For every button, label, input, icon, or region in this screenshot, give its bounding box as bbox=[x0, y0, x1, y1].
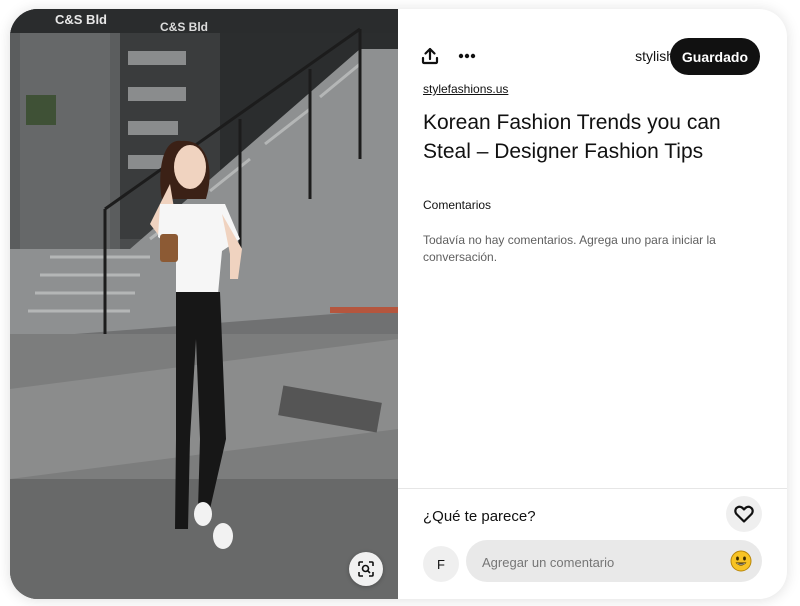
board-selector[interactable]: stylish bbox=[635, 48, 674, 64]
more-options-button[interactable] bbox=[449, 38, 485, 74]
pin-photo-illustration: C&S Bld C&S Bld bbox=[10, 9, 398, 599]
pin-toolbar: stylish Guardado bbox=[398, 37, 787, 75]
visual-search-button[interactable] bbox=[349, 552, 383, 586]
comment-input-container[interactable] bbox=[466, 540, 762, 584]
like-button[interactable] bbox=[726, 496, 762, 532]
source-link[interactable]: stylefashions.us bbox=[423, 82, 508, 96]
pin-closeup-card: C&S Bld C&S Bld stylish Guardado stylefa… bbox=[10, 9, 787, 599]
image-sign-text: C&S Bld bbox=[55, 12, 107, 27]
emoji-button[interactable] bbox=[730, 550, 752, 572]
footer-divider bbox=[398, 488, 787, 489]
smiley-emoji-icon bbox=[730, 550, 752, 572]
comments-heading: Comentarios bbox=[423, 198, 492, 212]
ellipsis-icon bbox=[458, 53, 476, 59]
pin-image[interactable]: C&S Bld C&S Bld bbox=[10, 9, 398, 599]
visual-search-icon bbox=[358, 561, 374, 577]
share-button[interactable] bbox=[412, 38, 448, 74]
comment-input[interactable] bbox=[480, 540, 724, 584]
image-sign-text: C&S Bld bbox=[160, 20, 208, 34]
comment-prompt: ¿Qué te parece? bbox=[423, 508, 536, 525]
comments-empty-message: Todavía no hay comentarios. Agrega uno p… bbox=[423, 233, 716, 264]
share-upload-icon bbox=[421, 47, 439, 65]
user-avatar[interactable]: F bbox=[423, 546, 459, 582]
pin-details-panel: stylish Guardado stylefashions.us Korean… bbox=[398, 9, 787, 599]
pin-title: Korean Fashion Trends you can Steal – De… bbox=[423, 111, 721, 163]
saved-button[interactable]: Guardado bbox=[669, 38, 760, 75]
heart-outline-icon bbox=[734, 505, 754, 523]
